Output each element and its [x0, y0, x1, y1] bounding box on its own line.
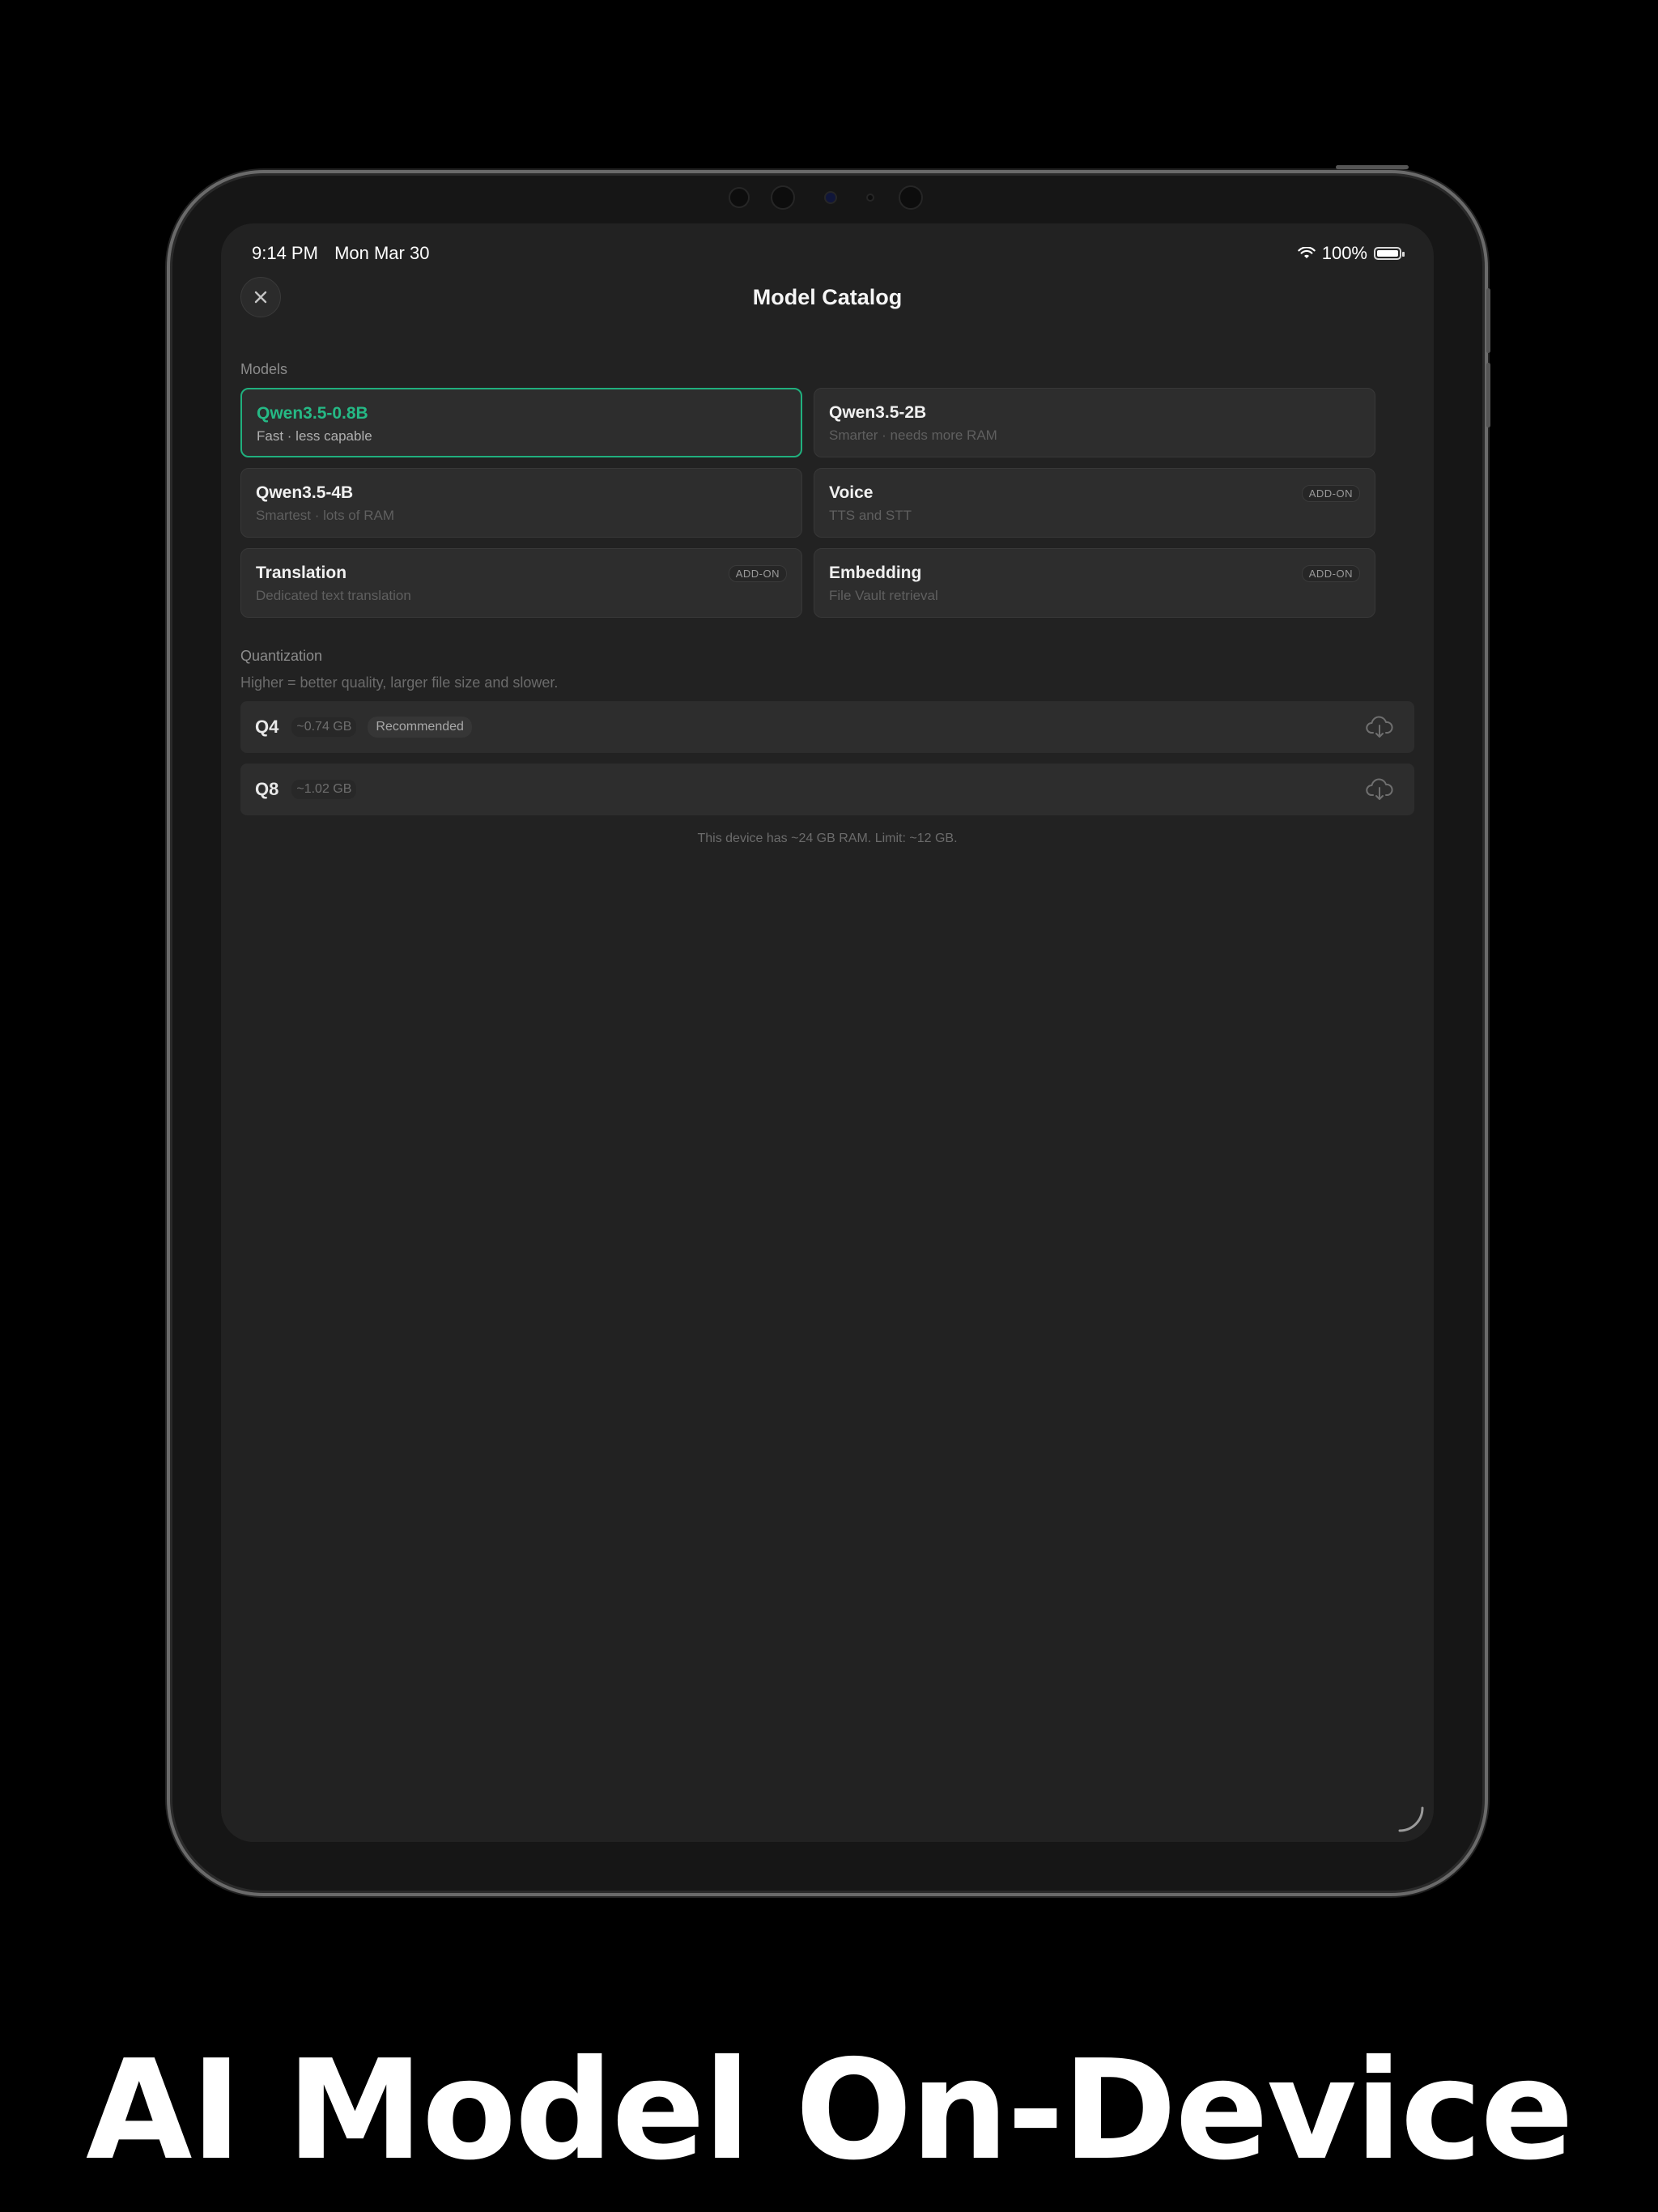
sensor-icon: [866, 194, 874, 202]
quantization-option-q8[interactable]: Q8 ~1.02 GB: [240, 764, 1414, 815]
volume-down-button: [1486, 363, 1490, 428]
camera-bar: [729, 183, 931, 212]
model-name: Voice: [829, 483, 874, 502]
quant-size: ~1.02 GB: [291, 780, 357, 799]
status-bar: 9:14 PM Mon Mar 30 100%: [221, 235, 1434, 263]
marketing-caption: AI Model On-Device: [85, 2031, 1574, 2191]
model-desc: TTS and STT: [829, 508, 912, 523]
model-name: Embedding: [829, 564, 922, 582]
models-section-label: Models: [240, 361, 288, 377]
status-date: Mon Mar 30: [334, 243, 430, 263]
quant-name: Q4: [255, 717, 279, 737]
model-desc: Fast · less capable: [257, 428, 372, 444]
page-title: Model Catalog: [752, 285, 903, 309]
status-time: 9:14 PM: [252, 243, 318, 263]
model-desc: Dedicated text translation: [256, 588, 411, 603]
model-card-qwen-2b[interactable]: Qwen3.5-2B Smarter · needs more RAM: [814, 388, 1375, 457]
app-screen: 9:14 PM Mon Mar 30 100% Model Catalog Mo…: [221, 223, 1434, 1842]
cloud-download-icon[interactable]: [1366, 716, 1393, 738]
sensor-icon: [899, 185, 923, 210]
model-name: Translation: [256, 564, 347, 582]
model-card-voice[interactable]: Voice TTS and STT ADD-ON: [814, 468, 1375, 538]
device-ram-note: This device has ~24 GB RAM. Limit: ~12 G…: [697, 832, 958, 845]
sensor-icon: [729, 187, 750, 208]
sensor-icon: [771, 185, 795, 210]
model-name: Qwen3.5-2B: [829, 403, 927, 422]
front-camera-icon: [824, 191, 837, 204]
cloud-download-icon[interactable]: [1366, 778, 1393, 801]
battery-percent: 100%: [1321, 243, 1367, 263]
model-card-qwen-4b[interactable]: Qwen3.5-4B Smartest · lots of RAM: [240, 468, 802, 538]
recommended-badge: Recommended: [368, 717, 472, 738]
volume-up-button: [1486, 288, 1490, 353]
quant-name: Q8: [255, 779, 279, 799]
model-desc: File Vault retrieval: [829, 588, 938, 603]
resize-grabber-icon[interactable]: [1395, 1803, 1427, 1836]
model-name: Qwen3.5-4B: [256, 483, 354, 502]
quant-size: ~0.74 GB: [291, 717, 357, 737]
battery-icon: [1374, 247, 1405, 260]
addon-badge: ADD-ON: [1301, 485, 1360, 502]
model-card-translation[interactable]: Translation Dedicated text translation A…: [240, 548, 802, 618]
addon-badge: ADD-ON: [728, 565, 787, 582]
top-button: [1336, 165, 1409, 169]
model-card-embedding[interactable]: Embedding File Vault retrieval ADD-ON: [814, 548, 1375, 618]
model-name: Qwen3.5-0.8B: [257, 404, 368, 423]
model-desc: Smarter · needs more RAM: [829, 428, 997, 443]
model-desc: Smartest · lots of RAM: [256, 508, 394, 523]
quantization-hint: Higher = better quality, larger file siz…: [240, 674, 559, 691]
quantization-option-q4[interactable]: Q4 ~0.74 GB Recommended: [240, 701, 1414, 753]
wifi-icon: [1298, 247, 1316, 258]
quantization-section-label: Quantization: [240, 648, 323, 664]
model-card-qwen-0-8b[interactable]: Qwen3.5-0.8B Fast · less capable: [240, 388, 802, 457]
addon-badge: ADD-ON: [1301, 565, 1360, 582]
